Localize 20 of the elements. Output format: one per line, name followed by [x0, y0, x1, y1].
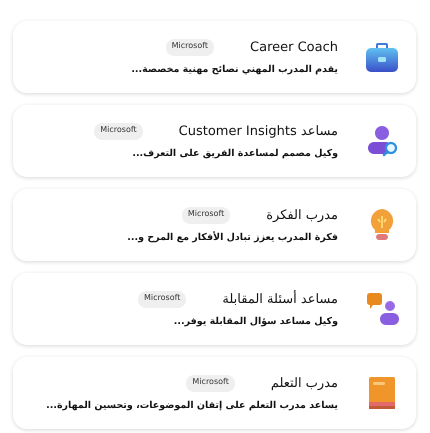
agent-title: مساعد Customer Insights: [178, 124, 338, 139]
agent-title: مساعد أسئلة المقابلة: [222, 292, 338, 307]
publisher-badge: Microsoft: [186, 375, 235, 392]
agent-title: مدرب التعلم: [270, 376, 338, 391]
agent-title: مدرب الفكرة: [266, 208, 338, 223]
chat-person-icon: [365, 292, 399, 326]
agent-description: وكيل مساعد سؤال المقابلة يوفر...: [172, 316, 338, 327]
agent-description: فكرة المدرب يعزز تبادل الأفكار مع المرح و...: [127, 232, 338, 243]
publisher-badge: Microsoft: [166, 39, 214, 56]
agent-description: يساعد مدرب التعلم على إتقان الموضوعات، وتحسين المهارة...: [46, 400, 338, 411]
agent-description: وكيل مصمم لمساعدة الفريق على التعرف...: [131, 148, 338, 159]
publisher-badge: Microsoft: [94, 123, 143, 140]
person-search-icon: [365, 124, 399, 158]
publisher-badge: Microsoft: [138, 291, 186, 308]
briefcase-icon: [365, 41, 399, 73]
book-icon: [368, 376, 396, 410]
agent-description: يقدم المدرب المهني نصائح مهنية مخصصة...: [131, 64, 338, 75]
publisher-badge: Microsoft: [182, 207, 230, 224]
lightbulb-icon: [369, 208, 395, 242]
agent-title: Career Coach: [250, 40, 338, 55]
